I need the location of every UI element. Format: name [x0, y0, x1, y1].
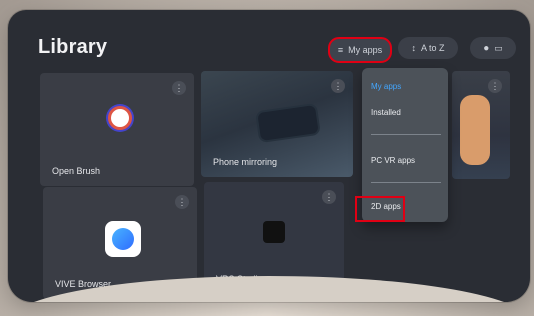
app-filter-button[interactable]: ≡ My apps	[328, 37, 392, 63]
vive-browser-icon	[105, 221, 141, 257]
more-options-icon[interactable]: ⋮	[322, 190, 336, 204]
library-panel: Library ≡ My apps ↕ A to Z ● ▭ ⋮ Open Br…	[8, 10, 530, 302]
dropdown-item-pc-vr-apps[interactable]: PC VR apps	[371, 156, 415, 165]
sort-button[interactable]: ↕ A to Z	[398, 37, 458, 59]
tile-label: Phone mirroring	[213, 157, 278, 167]
dropdown-divider	[371, 134, 441, 135]
phone-mirroring-preview	[257, 105, 319, 141]
app-tile-hidden[interactable]: ⋮	[452, 71, 510, 179]
app-tile-vive-browser[interactable]: ⋮ VIVE Browser	[43, 187, 197, 299]
dropdown-item-installed[interactable]: Installed	[371, 108, 401, 117]
vr-icon: ●	[483, 42, 490, 54]
more-options-icon[interactable]: ⋮	[175, 195, 189, 209]
tile-label: Open Brush	[52, 166, 101, 176]
filter-icon: ≡	[337, 45, 344, 55]
dropdown-divider	[371, 182, 441, 183]
filter-label: My apps	[348, 45, 383, 55]
browser-globe-icon	[112, 228, 134, 250]
tile-label: VRS Studio	[216, 274, 263, 284]
vr-display-toggle[interactable]: ● ▭	[470, 37, 516, 59]
more-options-icon[interactable]: ⋮	[331, 79, 345, 93]
character-preview	[460, 95, 490, 165]
screen-icon: ▭	[494, 42, 503, 53]
more-options-icon[interactable]: ⋮	[488, 79, 502, 93]
app-tile-vrs-studio[interactable]: ⋮ VRS Studio	[204, 182, 344, 294]
sort-icon: ↕	[411, 43, 416, 53]
more-options-icon[interactable]: ⋮	[172, 81, 186, 95]
app-tile-open-brush[interactable]: ⋮ Open Brush	[40, 73, 194, 186]
open-brush-icon	[108, 106, 132, 130]
vrs-studio-icon	[263, 221, 285, 243]
tile-label: VIVE Browser	[55, 279, 112, 289]
sort-label: A to Z	[420, 43, 445, 53]
annotation-highlight-2d-apps	[355, 196, 405, 222]
page-title: Library	[38, 36, 108, 58]
app-tile-phone-mirroring[interactable]: ⋮ Phone mirroring	[201, 71, 353, 177]
dropdown-item-my-apps[interactable]: My apps	[371, 82, 401, 91]
